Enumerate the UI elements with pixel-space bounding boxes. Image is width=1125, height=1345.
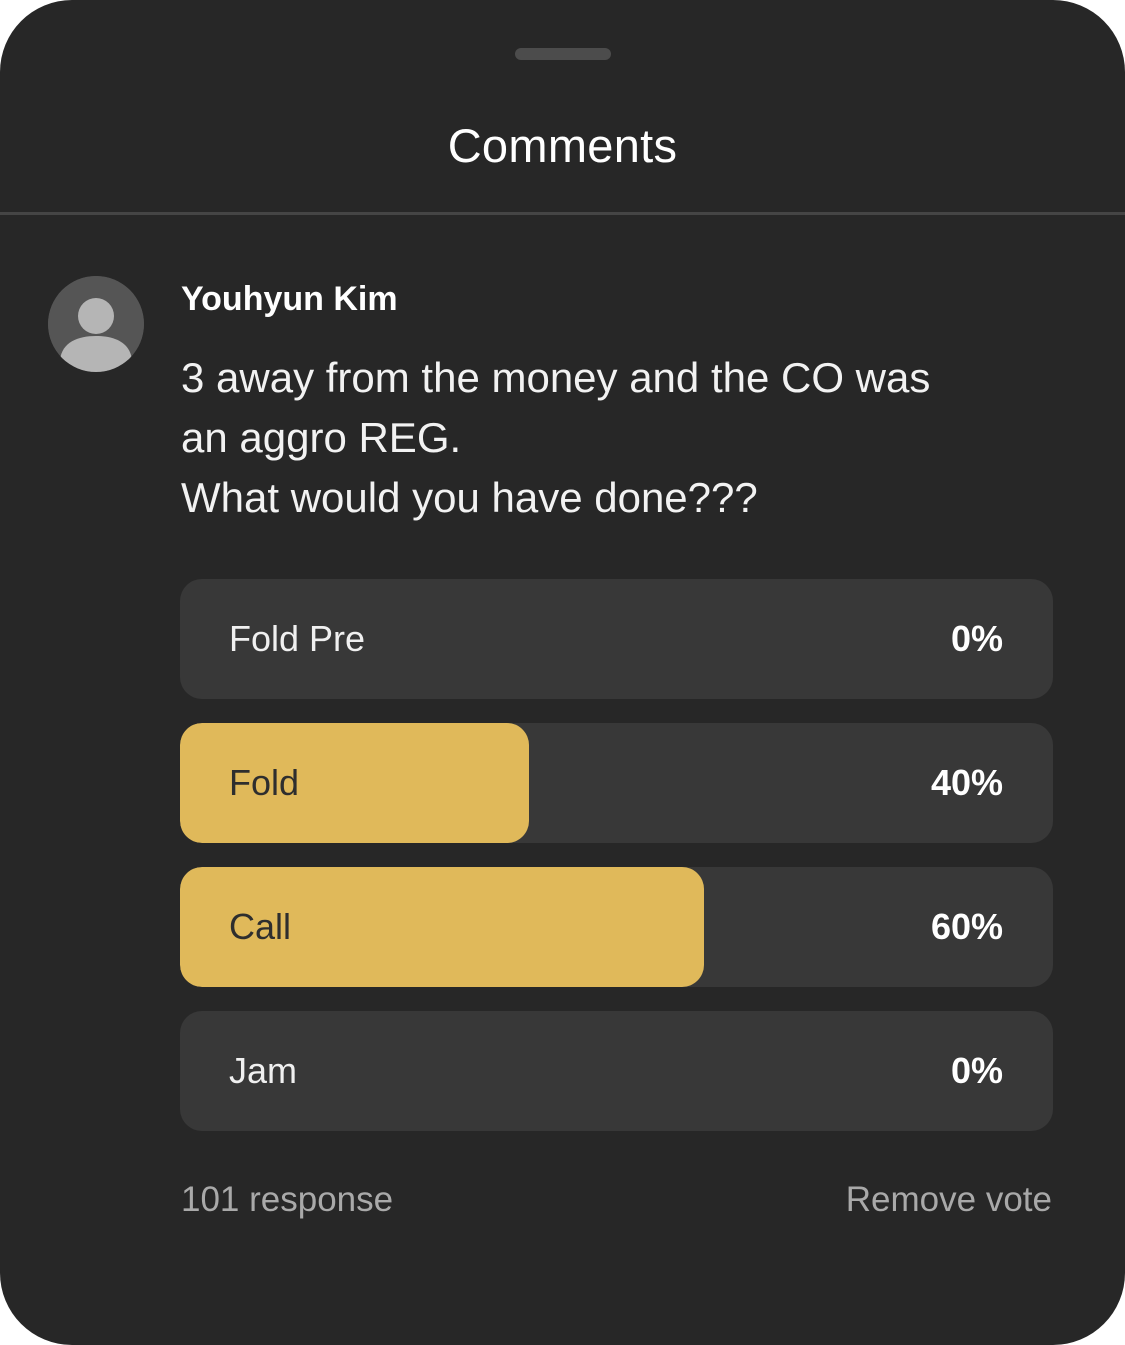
poll-option-label: Jam xyxy=(229,1050,298,1091)
comment-line: an aggro REG. xyxy=(181,414,462,461)
comment-author[interactable]: Youhyun Kim xyxy=(181,280,398,319)
poll-option-percent: 60% xyxy=(930,906,1003,947)
poll-option-label: Fold Pre xyxy=(229,618,366,659)
remove-vote-button[interactable]: Remove vote xyxy=(846,1180,1052,1220)
poll-option-label: Fold xyxy=(229,762,300,803)
poll-option-fold[interactable]: Fold 40% xyxy=(180,723,1053,843)
poll-option-fold-pre[interactable]: Fold Pre 0% xyxy=(180,579,1053,699)
poll-option-call[interactable]: Call 60% xyxy=(180,867,1053,987)
poll-option-jam[interactable]: Jam 0% xyxy=(180,1011,1053,1131)
poll-option-label: Call xyxy=(229,906,292,947)
user-silhouette-icon[interactable] xyxy=(48,276,144,372)
comment-line: 3 away from the money and the CO was xyxy=(181,354,931,401)
drag-handle[interactable] xyxy=(515,48,611,60)
comments-sheet: Comments Youhyun Kim 3 away from the mon… xyxy=(0,0,1125,1345)
response-count: 101 response xyxy=(181,1180,394,1219)
poll: Fold Pre 0% Fold 40% Call 60% Jam 0% xyxy=(180,579,1053,1155)
sheet-title: Comments xyxy=(447,119,678,172)
poll-option-percent: 40% xyxy=(930,762,1003,803)
comment-line: What would you have done??? xyxy=(181,474,758,521)
comment-body: 3 away from the money and the CO was an … xyxy=(181,348,1061,528)
header-divider xyxy=(0,212,1125,215)
poll-option-percent: 0% xyxy=(950,1050,1003,1091)
poll-option-percent: 0% xyxy=(950,618,1003,659)
